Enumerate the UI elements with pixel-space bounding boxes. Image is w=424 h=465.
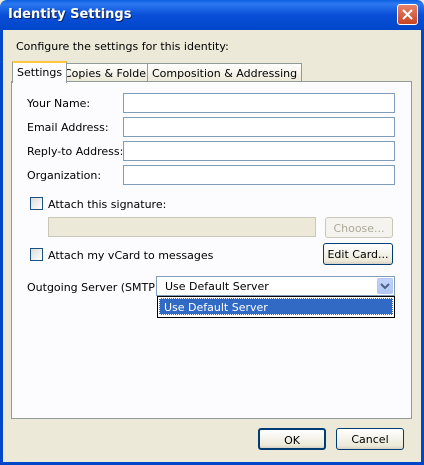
tab-composition-addressing[interactable]: Composition & Addressing xyxy=(147,63,303,81)
close-button[interactable] xyxy=(397,4,418,25)
email-field[interactable] xyxy=(123,117,395,137)
attach-vcard-checkbox[interactable] xyxy=(30,248,43,261)
organization-label: Organization: xyxy=(27,169,102,182)
cancel-button[interactable]: Cancel xyxy=(336,428,404,450)
attach-signature-label[interactable]: Attach this signature: xyxy=(48,198,166,211)
ok-button[interactable]: OK xyxy=(258,428,326,450)
dropdown-option[interactable]: Use Default Server xyxy=(159,298,393,315)
signature-path-field xyxy=(48,217,316,237)
organization-field[interactable] xyxy=(123,165,395,185)
your-name-label: Your Name: xyxy=(27,97,91,110)
intro-text: Configure the settings for this identity… xyxy=(16,40,229,53)
attach-signature-checkbox[interactable] xyxy=(30,197,43,210)
reply-to-field[interactable] xyxy=(123,141,395,161)
window-title: Identity Settings xyxy=(8,7,132,22)
chevron-down-icon xyxy=(380,283,390,290)
your-name-field[interactable] xyxy=(123,93,395,113)
reply-to-label: Reply-to Address: xyxy=(27,145,124,158)
tab-copies-folders[interactable]: Copies & Folders xyxy=(59,63,162,81)
close-icon xyxy=(402,9,413,20)
outgoing-server-dropdown-list: Use Default Server xyxy=(157,296,395,318)
outgoing-server-value: Use Default Server xyxy=(165,280,269,293)
edit-card-button[interactable]: Edit Card... xyxy=(323,243,393,265)
tab-settings[interactable]: Settings xyxy=(12,61,68,83)
attach-vcard-label[interactable]: Attach my vCard to messages xyxy=(48,249,213,262)
dropdown-button[interactable] xyxy=(377,278,393,294)
outgoing-server-label: Outgoing Server (SMTP): xyxy=(27,281,163,294)
title-bar: Identity Settings xyxy=(0,0,424,30)
outgoing-server-select[interactable]: Use Default Server xyxy=(156,276,395,296)
choose-button: Choose... xyxy=(325,217,393,238)
window-frame-left xyxy=(0,30,3,465)
email-label: Email Address: xyxy=(27,121,109,134)
